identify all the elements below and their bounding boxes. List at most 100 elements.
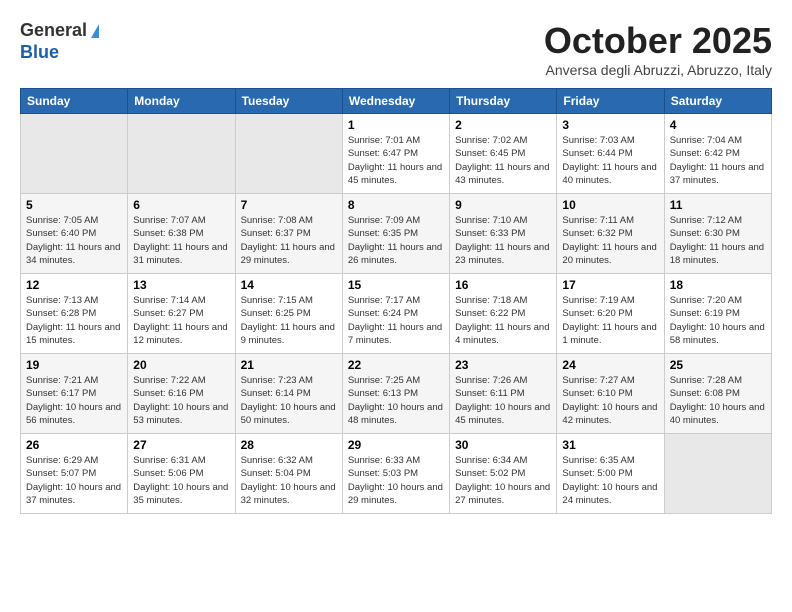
logo-icon bbox=[91, 24, 99, 38]
day-cell: 20 Sunrise: 7:22 AM Sunset: 6:16 PM Dayli… bbox=[128, 354, 235, 434]
day-cell: 19Sunrise: 7:21 AM Sunset: 6:17 PM Dayli… bbox=[21, 354, 128, 434]
day-cell: 8 Sunrise: 7:09 AM Sunset: 6:35 PM Daylig… bbox=[342, 194, 449, 274]
day-cell: 13 Sunrise: 7:14 AM Sunset: 6:27 PM Dayli… bbox=[128, 274, 235, 354]
day-content: Sunrise: 7:12 AM Sunset: 6:30 PM Dayligh… bbox=[670, 214, 766, 267]
day-number: 3 bbox=[562, 118, 658, 132]
day-content: Sunrise: 6:31 AM Sunset: 5:06 PM Dayligh… bbox=[133, 454, 229, 507]
day-cell: 22 Sunrise: 7:25 AM Sunset: 6:13 PM Dayli… bbox=[342, 354, 449, 434]
day-number: 2 bbox=[455, 118, 551, 132]
day-cell: 9Sunrise: 7:10 AM Sunset: 6:33 PM Daylig… bbox=[450, 194, 557, 274]
day-cell bbox=[128, 114, 235, 194]
day-number: 6 bbox=[133, 198, 229, 212]
day-number: 16 bbox=[455, 278, 551, 292]
day-cell: 4Sunrise: 7:04 AM Sunset: 6:42 PM Daylig… bbox=[664, 114, 771, 194]
day-number: 10 bbox=[562, 198, 658, 212]
day-content: Sunrise: 7:13 AM Sunset: 6:28 PM Dayligh… bbox=[26, 294, 122, 347]
day-content: Sunrise: 7:19 AM Sunset: 6:20 PM Dayligh… bbox=[562, 294, 658, 347]
logo-general-text: General bbox=[20, 20, 87, 40]
day-content: Sunrise: 7:26 AM Sunset: 6:11 PM Dayligh… bbox=[455, 374, 551, 427]
day-content: Sunrise: 7:11 AM Sunset: 6:32 PM Dayligh… bbox=[562, 214, 658, 267]
day-number: 25 bbox=[670, 358, 766, 372]
day-number: 7 bbox=[241, 198, 337, 212]
day-content: Sunrise: 7:21 AM Sunset: 6:17 PM Dayligh… bbox=[26, 374, 122, 427]
day-number: 15 bbox=[348, 278, 444, 292]
day-cell: 11 Sunrise: 7:12 AM Sunset: 6:30 PM Dayli… bbox=[664, 194, 771, 274]
day-content: Sunrise: 7:14 AM Sunset: 6:27 PM Dayligh… bbox=[133, 294, 229, 347]
day-content: Sunrise: 6:34 AM Sunset: 5:02 PM Dayligh… bbox=[455, 454, 551, 507]
day-content: Sunrise: 7:25 AM Sunset: 6:13 PM Dayligh… bbox=[348, 374, 444, 427]
day-number: 11 bbox=[670, 198, 766, 212]
day-number: 1 bbox=[348, 118, 444, 132]
day-cell: 23 Sunrise: 7:26 AM Sunset: 6:11 PM Dayli… bbox=[450, 354, 557, 434]
day-content: Sunrise: 7:27 AM Sunset: 6:10 PM Dayligh… bbox=[562, 374, 658, 427]
col-header-thursday: Thursday bbox=[450, 89, 557, 114]
day-number: 20 bbox=[133, 358, 229, 372]
day-cell: 3 Sunrise: 7:03 AM Sunset: 6:44 PM Daylig… bbox=[557, 114, 664, 194]
day-cell: 10 Sunrise: 7:11 AM Sunset: 6:32 PM Dayli… bbox=[557, 194, 664, 274]
day-content: Sunrise: 7:08 AM Sunset: 6:37 PM Dayligh… bbox=[241, 214, 337, 267]
day-number: 31 bbox=[562, 438, 658, 452]
day-cell: 14 Sunrise: 7:15 AM Sunset: 6:25 PM Dayli… bbox=[235, 274, 342, 354]
week-row-1: 1 Sunrise: 7:01 AM Sunset: 6:47 PM Daylig… bbox=[21, 114, 772, 194]
day-content: Sunrise: 7:17 AM Sunset: 6:24 PM Dayligh… bbox=[348, 294, 444, 347]
day-content: Sunrise: 7:09 AM Sunset: 6:35 PM Dayligh… bbox=[348, 214, 444, 267]
day-number: 28 bbox=[241, 438, 337, 452]
day-cell: 28 Sunrise: 6:32 AM Sunset: 5:04 PM Dayli… bbox=[235, 434, 342, 514]
day-content: Sunrise: 6:29 AM Sunset: 5:07 PM Dayligh… bbox=[26, 454, 122, 507]
day-cell: 6Sunrise: 7:07 AM Sunset: 6:38 PM Daylig… bbox=[128, 194, 235, 274]
col-header-wednesday: Wednesday bbox=[342, 89, 449, 114]
day-number: 30 bbox=[455, 438, 551, 452]
day-cell: 12 Sunrise: 7:13 AM Sunset: 6:28 PM Dayli… bbox=[21, 274, 128, 354]
day-number: 21 bbox=[241, 358, 337, 372]
col-header-monday: Monday bbox=[128, 89, 235, 114]
day-cell: 17 Sunrise: 7:19 AM Sunset: 6:20 PM Dayli… bbox=[557, 274, 664, 354]
day-content: Sunrise: 7:18 AM Sunset: 6:22 PM Dayligh… bbox=[455, 294, 551, 347]
day-number: 18 bbox=[670, 278, 766, 292]
day-number: 9 bbox=[455, 198, 551, 212]
day-number: 5 bbox=[26, 198, 122, 212]
day-number: 14 bbox=[241, 278, 337, 292]
day-content: Sunrise: 7:15 AM Sunset: 6:25 PM Dayligh… bbox=[241, 294, 337, 347]
day-cell: 1 Sunrise: 7:01 AM Sunset: 6:47 PM Daylig… bbox=[342, 114, 449, 194]
day-cell: 21 Sunrise: 7:23 AM Sunset: 6:14 PM Dayli… bbox=[235, 354, 342, 434]
day-content: Sunrise: 7:05 AM Sunset: 6:40 PM Dayligh… bbox=[26, 214, 122, 267]
day-cell: 5 Sunrise: 7:05 AM Sunset: 6:40 PM Daylig… bbox=[21, 194, 128, 274]
day-content: Sunrise: 7:23 AM Sunset: 6:14 PM Dayligh… bbox=[241, 374, 337, 427]
day-content: Sunrise: 6:35 AM Sunset: 5:00 PM Dayligh… bbox=[562, 454, 658, 507]
day-content: Sunrise: 7:03 AM Sunset: 6:44 PM Dayligh… bbox=[562, 134, 658, 187]
day-content: Sunrise: 7:01 AM Sunset: 6:47 PM Dayligh… bbox=[348, 134, 444, 187]
col-header-friday: Friday bbox=[557, 89, 664, 114]
day-number: 26 bbox=[26, 438, 122, 452]
day-cell: 31 Sunrise: 6:35 AM Sunset: 5:00 PM Dayli… bbox=[557, 434, 664, 514]
day-number: 13 bbox=[133, 278, 229, 292]
week-row-3: 12 Sunrise: 7:13 AM Sunset: 6:28 PM Dayli… bbox=[21, 274, 772, 354]
week-row-5: 26 Sunrise: 6:29 AM Sunset: 5:07 PM Dayli… bbox=[21, 434, 772, 514]
day-content: Sunrise: 7:22 AM Sunset: 6:16 PM Dayligh… bbox=[133, 374, 229, 427]
day-content: Sunrise: 7:04 AM Sunset: 6:42 PM Dayligh… bbox=[670, 134, 766, 187]
day-number: 29 bbox=[348, 438, 444, 452]
calendar-table: SundayMondayTuesdayWednesdayThursdayFrid… bbox=[20, 88, 772, 514]
week-row-4: 19Sunrise: 7:21 AM Sunset: 6:17 PM Dayli… bbox=[21, 354, 772, 434]
day-cell bbox=[235, 114, 342, 194]
page-header: General Blue October 2025 Anversa degli … bbox=[20, 20, 772, 78]
header-row: SundayMondayTuesdayWednesdayThursdayFrid… bbox=[21, 89, 772, 114]
week-row-2: 5 Sunrise: 7:05 AM Sunset: 6:40 PM Daylig… bbox=[21, 194, 772, 274]
title-block: October 2025 Anversa degli Abruzzi, Abru… bbox=[544, 20, 772, 78]
day-cell bbox=[664, 434, 771, 514]
day-number: 24 bbox=[562, 358, 658, 372]
day-number: 8 bbox=[348, 198, 444, 212]
day-number: 27 bbox=[133, 438, 229, 452]
day-content: Sunrise: 6:33 AM Sunset: 5:03 PM Dayligh… bbox=[348, 454, 444, 507]
day-cell bbox=[21, 114, 128, 194]
day-cell: 27 Sunrise: 6:31 AM Sunset: 5:06 PM Dayli… bbox=[128, 434, 235, 514]
day-cell: 26 Sunrise: 6:29 AM Sunset: 5:07 PM Dayli… bbox=[21, 434, 128, 514]
day-cell: 2Sunrise: 7:02 AM Sunset: 6:45 PM Daylig… bbox=[450, 114, 557, 194]
day-number: 17 bbox=[562, 278, 658, 292]
col-header-tuesday: Tuesday bbox=[235, 89, 342, 114]
logo: General Blue bbox=[20, 20, 99, 63]
day-content: Sunrise: 6:32 AM Sunset: 5:04 PM Dayligh… bbox=[241, 454, 337, 507]
day-number: 23 bbox=[455, 358, 551, 372]
day-number: 12 bbox=[26, 278, 122, 292]
location-subtitle: Anversa degli Abruzzi, Abruzzo, Italy bbox=[544, 62, 772, 78]
day-number: 22 bbox=[348, 358, 444, 372]
